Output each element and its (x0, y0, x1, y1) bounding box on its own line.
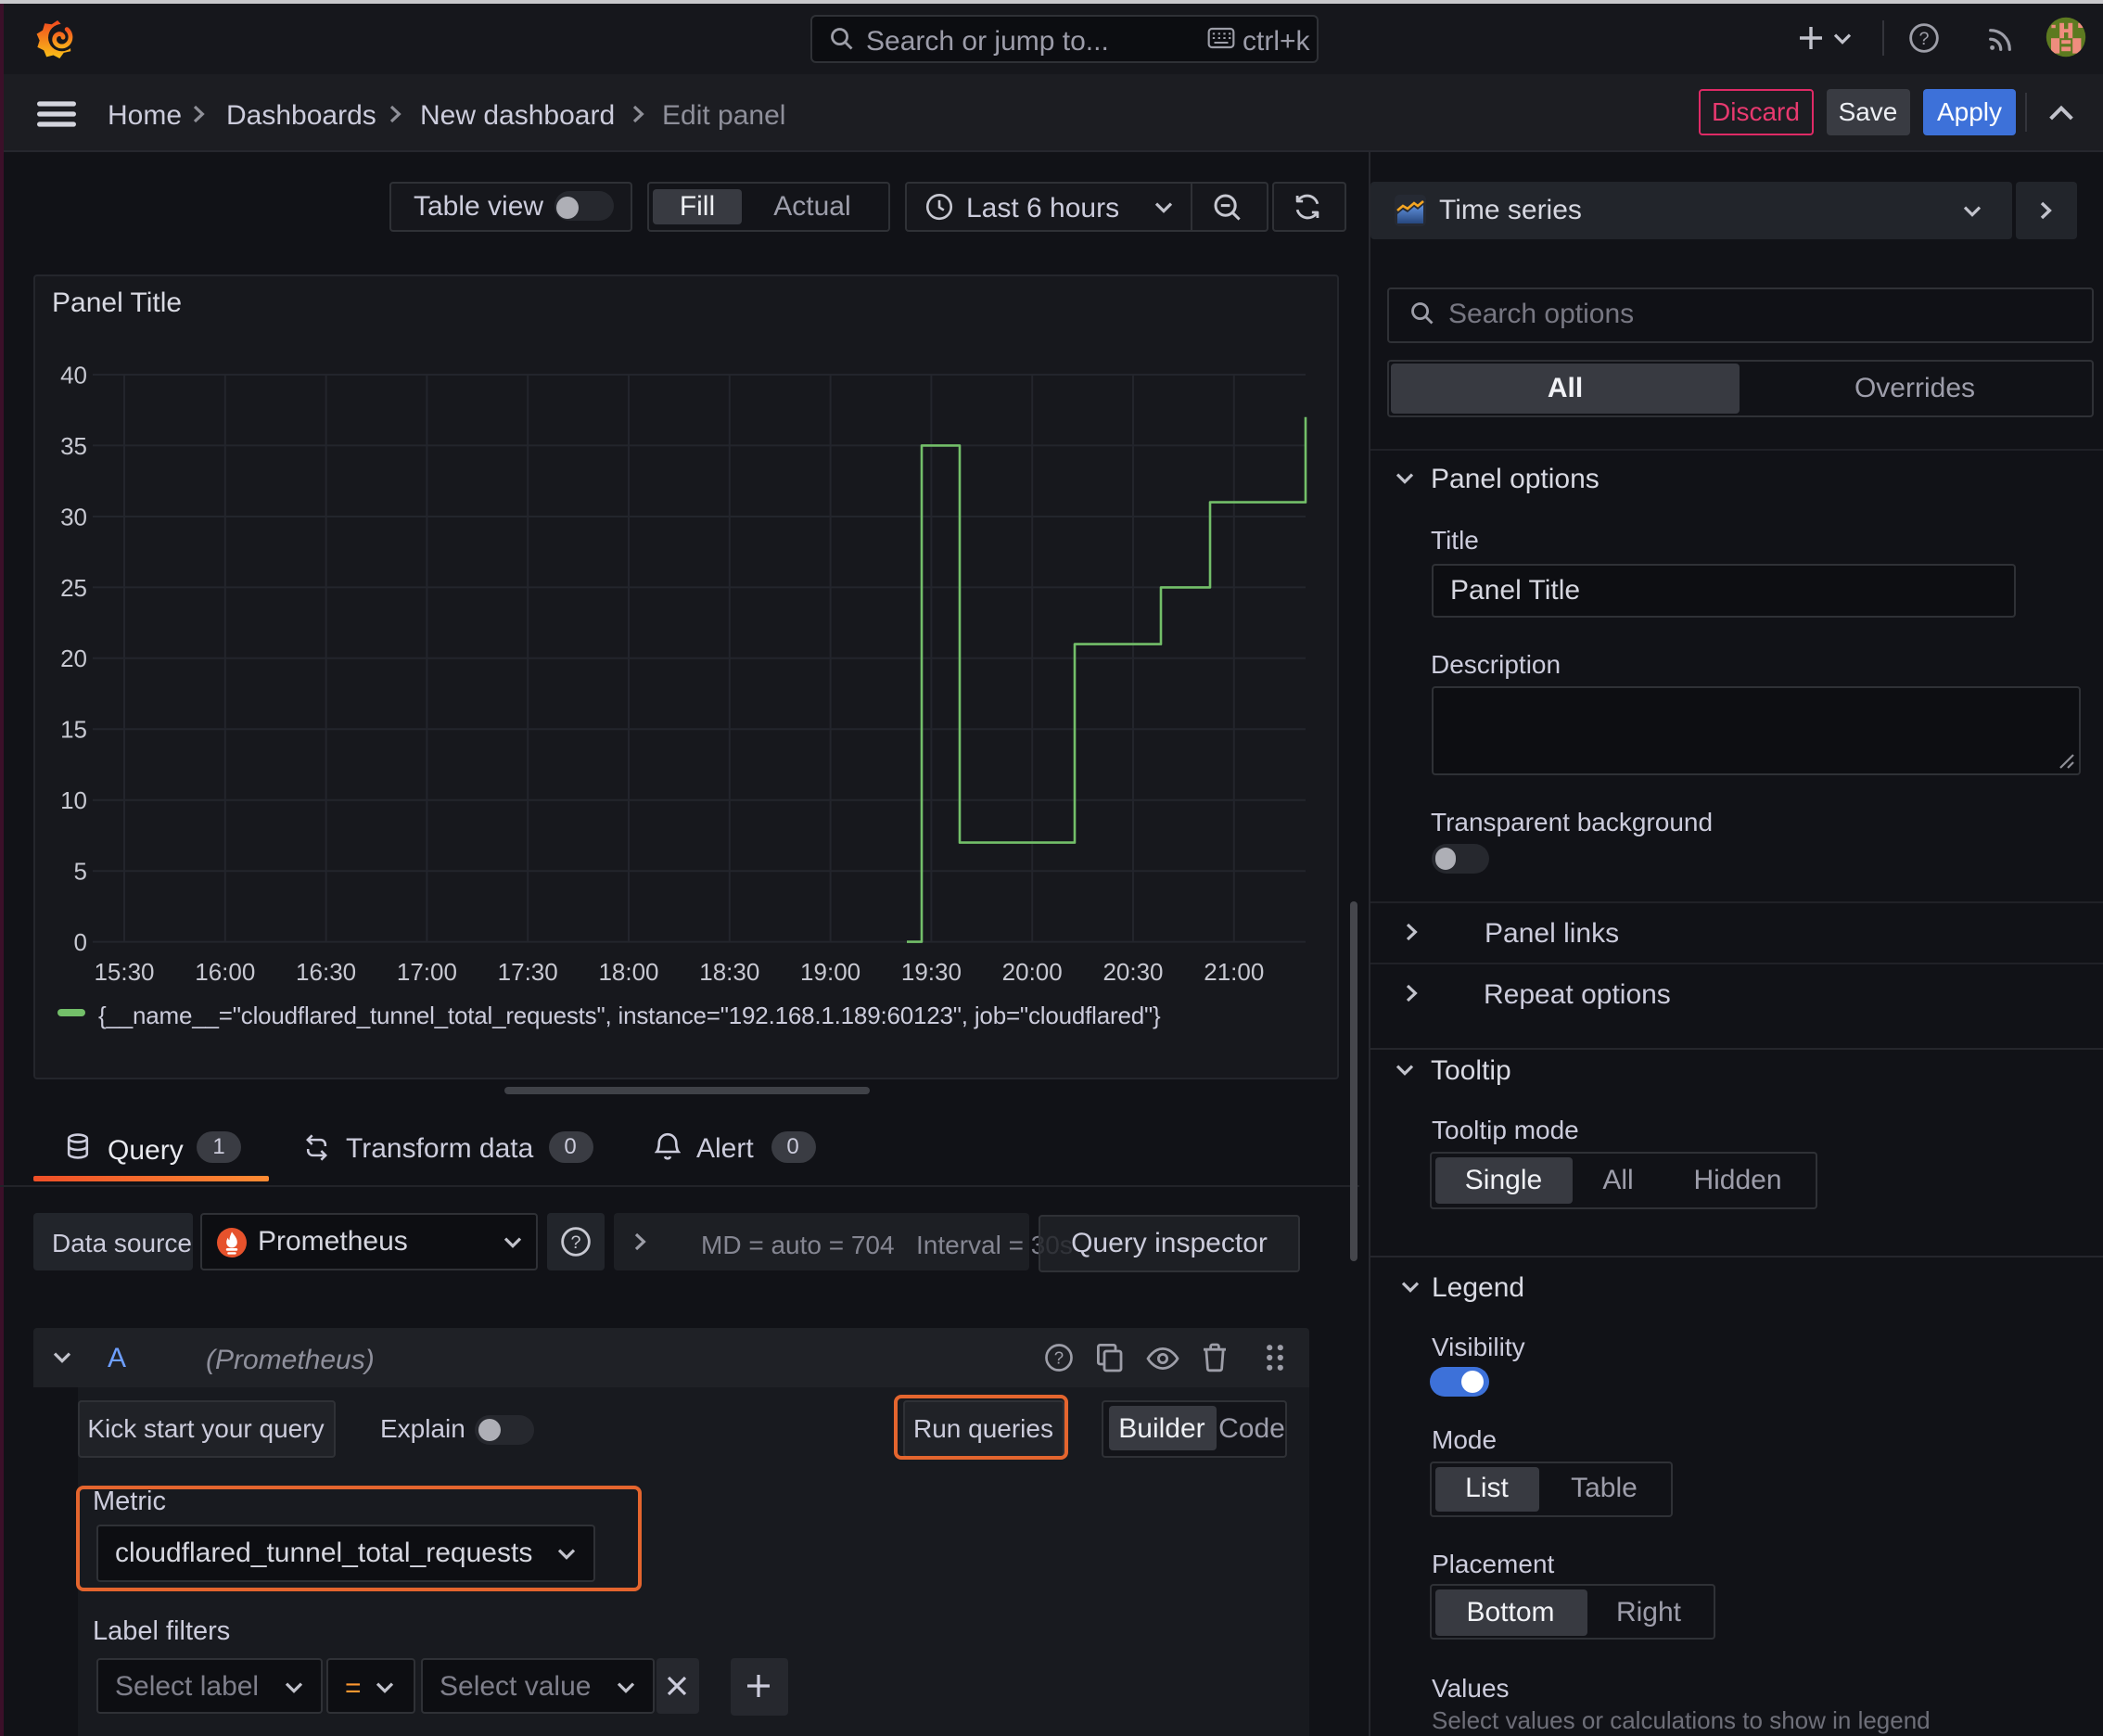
svg-text:15:30: 15:30 (94, 958, 154, 986)
svg-text:20:30: 20:30 (1102, 958, 1163, 986)
svg-text:?: ? (1054, 1348, 1064, 1368)
svg-text:25: 25 (60, 574, 87, 602)
svg-text:?: ? (1918, 29, 1929, 49)
svg-text:18:30: 18:30 (699, 958, 759, 986)
svg-text:16:00: 16:00 (195, 958, 255, 986)
svg-text:18:00: 18:00 (598, 958, 658, 986)
svg-text:19:00: 19:00 (800, 958, 860, 986)
svg-text:21:00: 21:00 (1204, 958, 1264, 986)
svg-text:20: 20 (60, 645, 87, 672)
svg-text:30: 30 (60, 503, 87, 530)
svg-text:16:30: 16:30 (296, 958, 356, 986)
svg-text:19:30: 19:30 (901, 958, 962, 986)
svg-text:40: 40 (60, 361, 87, 389)
svg-text:35: 35 (60, 432, 87, 460)
svg-text:17:00: 17:00 (397, 958, 457, 986)
svg-text:5: 5 (74, 858, 87, 886)
svg-text:20:00: 20:00 (1002, 958, 1063, 986)
svg-text:?: ? (570, 1232, 580, 1253)
svg-text:10: 10 (60, 786, 87, 814)
svg-text:17:30: 17:30 (498, 958, 558, 986)
svg-text:15: 15 (60, 716, 87, 744)
svg-text:0: 0 (74, 928, 87, 956)
